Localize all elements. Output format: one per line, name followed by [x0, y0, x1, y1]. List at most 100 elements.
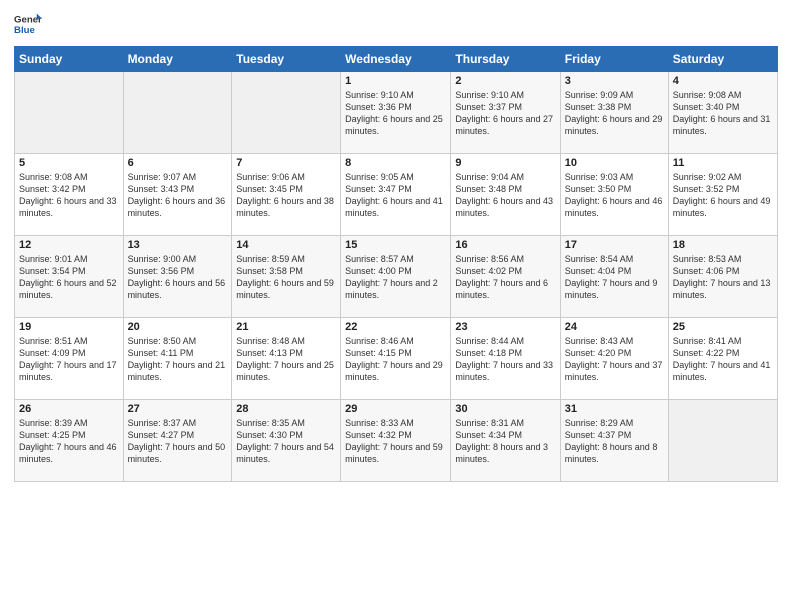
day-content: Sunrise: 9:10 AM Sunset: 3:37 PM Dayligh…: [455, 89, 555, 138]
weekday-header-friday: Friday: [560, 47, 668, 72]
calendar-cell: 30 Sunrise: 8:31 AM Sunset: 4:34 PM Dayli…: [451, 400, 560, 482]
day-number: 13: [128, 239, 228, 251]
calendar-cell: 17 Sunrise: 8:54 AM Sunset: 4:04 PM Dayli…: [560, 236, 668, 318]
day-content: Sunrise: 8:44 AM Sunset: 4:18 PM Dayligh…: [455, 335, 555, 384]
calendar-cell: 2 Sunrise: 9:10 AM Sunset: 3:37 PM Daylig…: [451, 72, 560, 154]
day-content: Sunrise: 9:08 AM Sunset: 3:42 PM Dayligh…: [19, 171, 119, 220]
day-number: 26: [19, 403, 119, 415]
calendar-cell: 22 Sunrise: 8:46 AM Sunset: 4:15 PM Dayli…: [341, 318, 451, 400]
day-content: Sunrise: 9:01 AM Sunset: 3:54 PM Dayligh…: [19, 253, 119, 302]
day-content: Sunrise: 8:56 AM Sunset: 4:02 PM Dayligh…: [455, 253, 555, 302]
day-number: 10: [565, 157, 664, 169]
calendar-cell: 4 Sunrise: 9:08 AM Sunset: 3:40 PM Daylig…: [668, 72, 777, 154]
calendar-cell: 26 Sunrise: 8:39 AM Sunset: 4:25 PM Dayli…: [15, 400, 124, 482]
day-number: 22: [345, 321, 446, 333]
day-content: Sunrise: 8:39 AM Sunset: 4:25 PM Dayligh…: [19, 417, 119, 466]
calendar-cell: 15 Sunrise: 8:57 AM Sunset: 4:00 PM Dayli…: [341, 236, 451, 318]
day-content: Sunrise: 8:29 AM Sunset: 4:37 PM Dayligh…: [565, 417, 664, 466]
calendar-cell: 18Sunrise: 8:53 AM Sunset: 4:06 PM Dayli…: [668, 236, 777, 318]
day-content: Sunrise: 8:33 AM Sunset: 4:32 PM Dayligh…: [345, 417, 446, 466]
day-number: 2: [455, 75, 555, 87]
weekday-header-thursday: Thursday: [451, 47, 560, 72]
calendar-cell: 1Sunrise: 9:10 AM Sunset: 3:36 PM Daylig…: [341, 72, 451, 154]
calendar-cell: 14 Sunrise: 8:59 AM Sunset: 3:58 PM Dayli…: [232, 236, 341, 318]
day-number: 29: [345, 403, 446, 415]
calendar-cell: 9 Sunrise: 9:04 AM Sunset: 3:48 PM Daylig…: [451, 154, 560, 236]
day-number: 7: [236, 157, 336, 169]
day-content: Sunrise: 8:35 AM Sunset: 4:30 PM Dayligh…: [236, 417, 336, 466]
day-number: 6: [128, 157, 228, 169]
day-content: Sunrise: 9:06 AM Sunset: 3:45 PM Dayligh…: [236, 171, 336, 220]
day-number: 17: [565, 239, 664, 251]
day-content: Sunrise: 9:08 AM Sunset: 3:40 PM Dayligh…: [673, 89, 773, 138]
day-number: 20: [128, 321, 228, 333]
day-content: Sunrise: 9:02 AM Sunset: 3:52 PM Dayligh…: [673, 171, 773, 220]
day-number: 15: [345, 239, 446, 251]
day-content: Sunrise: 8:43 AM Sunset: 4:20 PM Dayligh…: [565, 335, 664, 384]
weekday-header-saturday: Saturday: [668, 47, 777, 72]
day-number: 31: [565, 403, 664, 415]
day-content: Sunrise: 8:31 AM Sunset: 4:34 PM Dayligh…: [455, 417, 555, 466]
day-content: Sunrise: 8:48 AM Sunset: 4:13 PM Dayligh…: [236, 335, 336, 384]
day-content: Sunrise: 8:54 AM Sunset: 4:04 PM Dayligh…: [565, 253, 664, 302]
day-content: Sunrise: 8:50 AM Sunset: 4:11 PM Dayligh…: [128, 335, 228, 384]
day-content: Sunrise: 8:57 AM Sunset: 4:00 PM Dayligh…: [345, 253, 446, 302]
day-content: Sunrise: 9:09 AM Sunset: 3:38 PM Dayligh…: [565, 89, 664, 138]
calendar-week-row: 1Sunrise: 9:10 AM Sunset: 3:36 PM Daylig…: [15, 72, 778, 154]
calendar-cell: 31 Sunrise: 8:29 AM Sunset: 4:37 PM Dayli…: [560, 400, 668, 482]
logo: General Blue: [14, 10, 44, 38]
day-number: 11: [673, 157, 773, 169]
calendar-cell: 3 Sunrise: 9:09 AM Sunset: 3:38 PM Daylig…: [560, 72, 668, 154]
day-number: 30: [455, 403, 555, 415]
calendar-cell: 20 Sunrise: 8:50 AM Sunset: 4:11 PM Dayli…: [123, 318, 232, 400]
calendar-cell: 10 Sunrise: 9:03 AM Sunset: 3:50 PM Dayli…: [560, 154, 668, 236]
day-number: 14: [236, 239, 336, 251]
day-content: Sunrise: 8:51 AM Sunset: 4:09 PM Dayligh…: [19, 335, 119, 384]
day-number: 3: [565, 75, 664, 87]
logo-icon: General Blue: [14, 10, 42, 38]
calendar-cell: 25 Sunrise: 8:41 AM Sunset: 4:22 PM Dayli…: [668, 318, 777, 400]
day-number: 25: [673, 321, 773, 333]
calendar-cell: [123, 72, 232, 154]
calendar-cell: 12Sunrise: 9:01 AM Sunset: 3:54 PM Dayli…: [15, 236, 124, 318]
calendar-cell: 8Sunrise: 9:05 AM Sunset: 3:47 PM Daylig…: [341, 154, 451, 236]
day-number: 5: [19, 157, 119, 169]
day-content: Sunrise: 8:37 AM Sunset: 4:27 PM Dayligh…: [128, 417, 228, 466]
weekday-header-monday: Monday: [123, 47, 232, 72]
day-content: Sunrise: 9:07 AM Sunset: 3:43 PM Dayligh…: [128, 171, 228, 220]
day-number: 23: [455, 321, 555, 333]
calendar-week-row: 26 Sunrise: 8:39 AM Sunset: 4:25 PM Dayli…: [15, 400, 778, 482]
calendar-cell: 29 Sunrise: 8:33 AM Sunset: 4:32 PM Dayli…: [341, 400, 451, 482]
calendar-cell: 27 Sunrise: 8:37 AM Sunset: 4:27 PM Dayli…: [123, 400, 232, 482]
calendar-week-row: 5 Sunrise: 9:08 AM Sunset: 3:42 PM Daylig…: [15, 154, 778, 236]
weekday-header-sunday: Sunday: [15, 47, 124, 72]
calendar-cell: 13Sunrise: 9:00 AM Sunset: 3:56 PM Dayli…: [123, 236, 232, 318]
calendar-cell: 6 Sunrise: 9:07 AM Sunset: 3:43 PM Daylig…: [123, 154, 232, 236]
calendar-week-row: 12Sunrise: 9:01 AM Sunset: 3:54 PM Dayli…: [15, 236, 778, 318]
day-number: 8: [345, 157, 446, 169]
weekday-header-row: SundayMondayTuesdayWednesdayThursdayFrid…: [15, 47, 778, 72]
calendar-table: SundayMondayTuesdayWednesdayThursdayFrid…: [14, 46, 778, 482]
day-content: Sunrise: 9:04 AM Sunset: 3:48 PM Dayligh…: [455, 171, 555, 220]
calendar-cell: 21 Sunrise: 8:48 AM Sunset: 4:13 PM Dayli…: [232, 318, 341, 400]
day-number: 27: [128, 403, 228, 415]
calendar-cell: [668, 400, 777, 482]
calendar-week-row: 19Sunrise: 8:51 AM Sunset: 4:09 PM Dayli…: [15, 318, 778, 400]
day-content: Sunrise: 8:46 AM Sunset: 4:15 PM Dayligh…: [345, 335, 446, 384]
svg-text:Blue: Blue: [14, 25, 35, 36]
day-number: 9: [455, 157, 555, 169]
weekday-header-tuesday: Tuesday: [232, 47, 341, 72]
day-number: 28: [236, 403, 336, 415]
day-number: 24: [565, 321, 664, 333]
day-number: 1: [345, 75, 446, 87]
calendar-cell: 5 Sunrise: 9:08 AM Sunset: 3:42 PM Daylig…: [15, 154, 124, 236]
calendar-cell: 11 Sunrise: 9:02 AM Sunset: 3:52 PM Dayli…: [668, 154, 777, 236]
day-content: Sunrise: 8:53 AM Sunset: 4:06 PM Dayligh…: [673, 253, 773, 302]
calendar-cell: [15, 72, 124, 154]
day-content: Sunrise: 8:41 AM Sunset: 4:22 PM Dayligh…: [673, 335, 773, 384]
day-content: Sunrise: 9:03 AM Sunset: 3:50 PM Dayligh…: [565, 171, 664, 220]
day-number: 21: [236, 321, 336, 333]
day-content: Sunrise: 8:59 AM Sunset: 3:58 PM Dayligh…: [236, 253, 336, 302]
calendar-cell: 19Sunrise: 8:51 AM Sunset: 4:09 PM Dayli…: [15, 318, 124, 400]
day-number: 4: [673, 75, 773, 87]
